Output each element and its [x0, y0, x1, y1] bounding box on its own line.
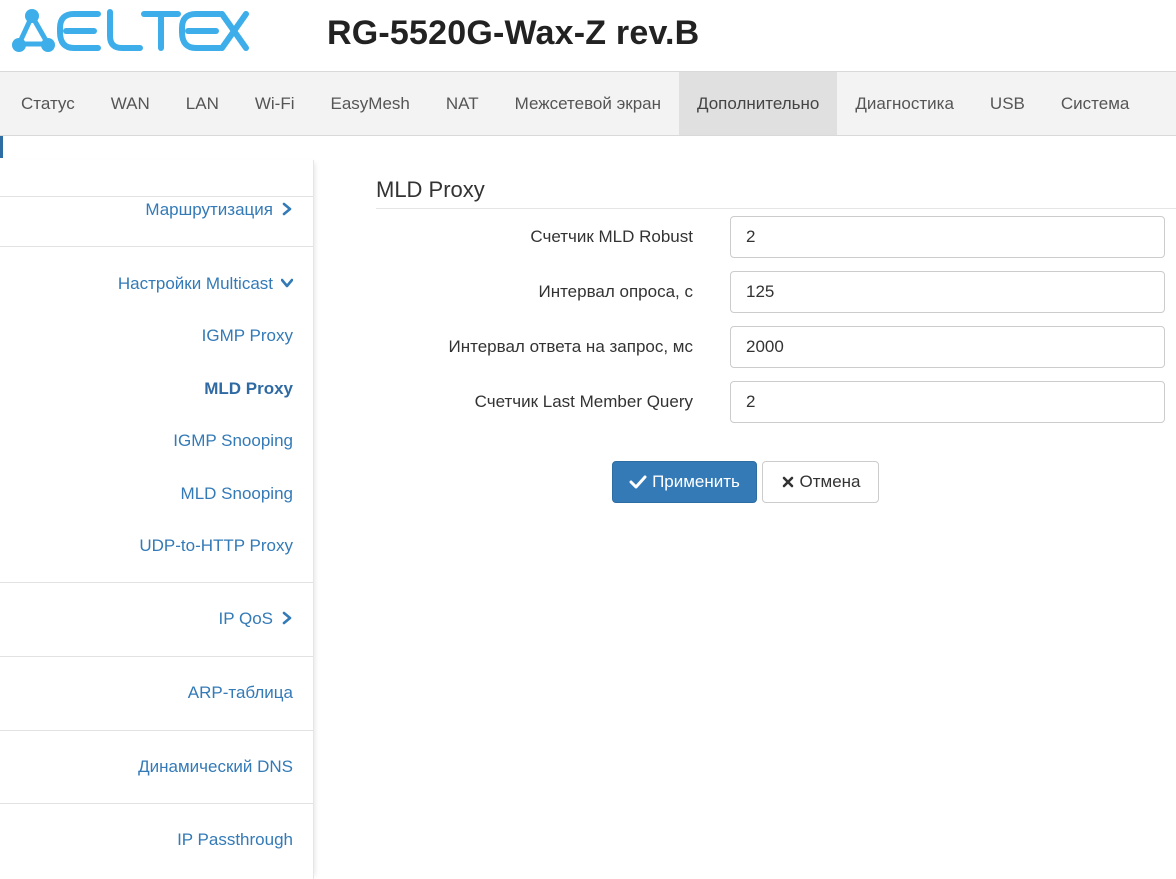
sidebar-item-ip-passthrough[interactable]: IP Passthrough [177, 828, 313, 852]
tab-nat[interactable]: NAT [428, 72, 497, 135]
page-title: MLD Proxy [376, 160, 1176, 209]
tab-firewall[interactable]: Межсетевой экран [497, 72, 679, 135]
last-member-query-input[interactable] [730, 381, 1165, 423]
nav-edge-accent [0, 136, 3, 158]
tab-wifi[interactable]: Wi-Fi [237, 72, 313, 135]
chevron-right-icon [282, 611, 292, 625]
tab-status[interactable]: Статус [0, 72, 93, 135]
sidebar-item-label: Настройки Multicast [117, 274, 273, 293]
chevron-down-icon [281, 278, 293, 288]
sidebar-item-mld-snooping[interactable]: MLD Snooping [181, 482, 313, 506]
main-nav: Статус WAN LAN Wi-Fi EasyMesh NAT Межсет… [0, 71, 1176, 158]
query-interval-input[interactable] [730, 271, 1165, 313]
form-row-query-interval: Интервал опроса, с [376, 271, 1176, 313]
sidebar-item-igmp-snooping[interactable]: IGMP Snooping [173, 429, 313, 453]
sidebar-item-igmp-proxy[interactable]: IGMP Proxy [202, 324, 313, 348]
form-actions: Применить Отмена [376, 461, 1176, 503]
sidebar-group-ddns: Динамический DNS [0, 731, 313, 804]
sidebar-item-label: Маршрутизация [145, 200, 273, 219]
check-icon [629, 475, 647, 489]
tab-system[interactable]: Система [1043, 72, 1147, 135]
sidebar-item-arp-table[interactable]: ARP-таблица [188, 681, 313, 705]
last-member-query-label: Счетчик Last Member Query [474, 392, 693, 411]
sidebar-item-udp-to-http-proxy[interactable]: UDP-to-HTTP Proxy [139, 534, 313, 558]
header: RG-5520G-Wax-Z rev.B [0, 0, 1176, 72]
close-icon [782, 476, 793, 488]
sidebar-item-mld-proxy[interactable]: MLD Proxy [204, 377, 313, 401]
sidebar: Маршрутизация Настройки Multicast IGMP P… [0, 160, 314, 879]
mld-robust-input[interactable] [730, 216, 1165, 258]
sidebar-item-dynamic-dns[interactable]: Динамический DNS [138, 755, 313, 779]
main-content: MLD Proxy Счетчик MLD Robust Интервал оп… [376, 160, 1176, 503]
tab-easymesh[interactable]: EasyMesh [313, 72, 428, 135]
apply-button[interactable]: Применить [612, 461, 757, 503]
apply-button-label: Применить [652, 472, 740, 491]
response-interval-label: Интервал ответа на запрос, мс [448, 337, 693, 356]
sidebar-group-passthrough: IP Passthrough [0, 804, 313, 878]
sidebar-item-routing[interactable]: Маршрутизация [0, 197, 313, 222]
eltex-logo[interactable] [10, 6, 250, 62]
mld-robust-label: Счетчик MLD Robust [530, 227, 693, 246]
query-interval-label: Интервал опроса, с [538, 282, 693, 301]
tab-advanced[interactable]: Дополнительно [679, 72, 838, 135]
cancel-button-label: Отмена [799, 472, 861, 491]
response-interval-input[interactable] [730, 326, 1165, 368]
sidebar-item-multicast[interactable]: Настройки Multicast [118, 272, 313, 296]
device-title: RG-5520G-Wax-Z rev.B [327, 14, 700, 52]
sidebar-group-arp: ARP-таблица [0, 657, 313, 731]
tab-usb[interactable]: USB [972, 72, 1043, 135]
tab-wan[interactable]: WAN [93, 72, 168, 135]
form-row-last-member-query: Счетчик Last Member Query [376, 381, 1176, 423]
sidebar-group-routing: Маршрутизация [0, 196, 313, 247]
sidebar-group-multicast: Настройки Multicast IGMP Proxy MLD Proxy… [0, 247, 313, 583]
sidebar-group-ipqos: IP QoS [0, 583, 313, 657]
sidebar-item-ip-qos[interactable]: IP QoS [219, 607, 314, 631]
form-row-response-interval: Интервал ответа на запрос, мс [376, 326, 1176, 368]
chevron-right-icon [282, 202, 292, 216]
cancel-button[interactable]: Отмена [762, 461, 879, 503]
tab-diagnostics[interactable]: Диагностика [837, 72, 972, 135]
form-row-mld-robust: Счетчик MLD Robust [376, 216, 1176, 258]
sidebar-item-label: IP QoS [218, 609, 274, 628]
tab-lan[interactable]: LAN [168, 72, 237, 135]
